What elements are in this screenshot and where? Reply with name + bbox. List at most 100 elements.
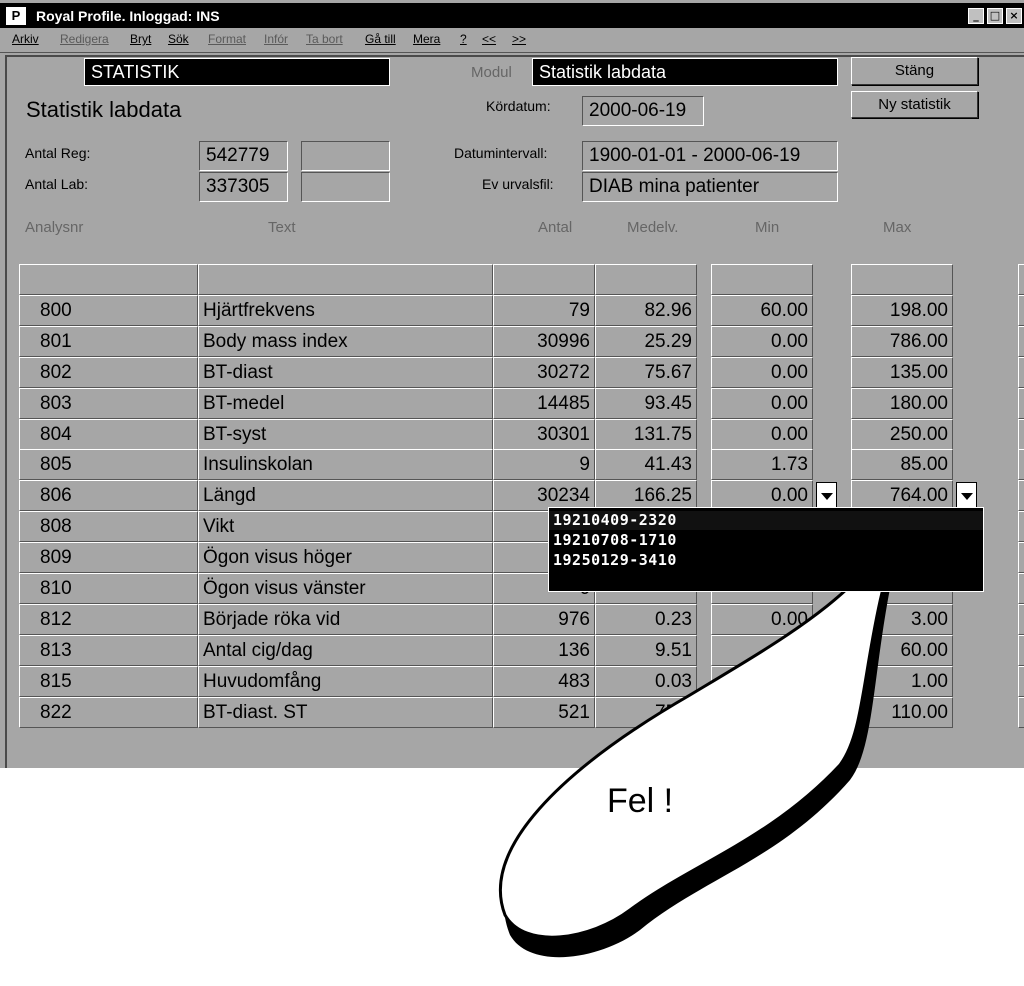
cell-medelv[interactable]: 75.67 [595, 356, 697, 388]
cell-text[interactable]: Huvudomfång [198, 665, 493, 697]
minimize-icon[interactable]: _ [968, 8, 984, 24]
cell-max[interactable]: 1.00 [851, 665, 953, 697]
new-statistics-button[interactable]: Ny statistik [851, 91, 978, 118]
cell-medelv[interactable] [595, 264, 697, 295]
menu-item[interactable]: Redigera [60, 32, 109, 46]
cell-min[interactable]: 60.00 [711, 294, 813, 326]
menu-item[interactable]: Gå till [365, 32, 396, 46]
close-form-button[interactable]: Stäng [851, 57, 978, 85]
close-icon[interactable]: × [1006, 8, 1022, 24]
date-interval-field[interactable]: 1900-01-01 - 2000-06-19 [582, 141, 838, 171]
cell-medelv[interactable]: 9.51 [595, 634, 697, 666]
cell-antal[interactable]: 483 [493, 665, 595, 697]
cell-min[interactable]: 0.00 [711, 356, 813, 388]
cell-text[interactable]: BT-medel [198, 387, 493, 419]
cell-max[interactable]: 135.00 [851, 356, 953, 388]
min-dropdown-icon[interactable] [816, 482, 837, 510]
cell-analysnr[interactable]: 809 [19, 542, 198, 574]
cell-medelv[interactable]: 93.45 [595, 387, 697, 419]
cell-text[interactable]: Body mass index [198, 325, 493, 357]
cell-min[interactable]: 0.00 [711, 418, 813, 450]
cell-max[interactable]: 786.00 [851, 325, 953, 357]
cell-medelv[interactable]: 25.29 [595, 325, 697, 357]
menu-item[interactable]: Bryt [130, 32, 151, 46]
cell-text[interactable]: Insulinskolan [198, 449, 493, 481]
cell-analysnr[interactable]: 805 [19, 449, 198, 481]
cell-analysnr[interactable]: 808 [19, 511, 198, 543]
cell-min[interactable]: 0.00 [711, 325, 813, 357]
cell-min[interactable]: 0 [711, 634, 813, 666]
cell-text[interactable] [198, 264, 493, 295]
cell-medelv[interactable]: 0.03 [595, 665, 697, 697]
cell-text[interactable]: BT-diast. ST [198, 696, 493, 728]
cell-analysnr[interactable]: 800 [19, 294, 198, 326]
cell-max[interactable]: 85.00 [851, 449, 953, 481]
dropdown-option[interactable]: 19210708-1710 [553, 531, 677, 549]
cell-medelv[interactable]: 0.23 [595, 603, 697, 635]
cell-analysnr[interactable]: 802 [19, 356, 198, 388]
cell-analysnr[interactable] [19, 264, 198, 295]
cell-text[interactable]: Ögon visus höger [198, 542, 493, 574]
menu-item[interactable]: Sök [168, 32, 189, 46]
menu-item[interactable]: >> [512, 32, 526, 46]
cell-analysnr[interactable]: 803 [19, 387, 198, 419]
cell-max[interactable]: 3.00 [851, 603, 953, 635]
cell-max[interactable]: 180.00 [851, 387, 953, 419]
cell-antal[interactable]: 976 [493, 603, 595, 635]
menu-item[interactable]: Arkiv [12, 32, 39, 46]
cell-text[interactable]: BT-diast [198, 356, 493, 388]
cell-analysnr[interactable]: 812 [19, 603, 198, 635]
cell-analysnr[interactable]: 813 [19, 634, 198, 666]
cell-antal[interactable]: 14485 [493, 387, 595, 419]
maximize-icon[interactable]: □ [987, 8, 1003, 24]
menu-item[interactable]: << [482, 32, 496, 46]
antal-lab-field[interactable]: 337305 [199, 172, 288, 202]
cell-antal[interactable]: 30996 [493, 325, 595, 357]
cell-antal[interactable]: 30272 [493, 356, 595, 388]
menu-item[interactable]: Infór [264, 32, 288, 46]
dropdown-list[interactable]: 19210409-2320 19210708-1710 19250129-3410 [548, 507, 984, 592]
cell-antal[interactable]: 79 [493, 294, 595, 326]
cell-medelv[interactable]: 131.75 [595, 418, 697, 450]
cell-analysnr[interactable]: 822 [19, 696, 198, 728]
menu-item[interactable]: ? [460, 32, 467, 46]
antal-reg-extra-field[interactable] [301, 141, 390, 171]
cell-text[interactable]: BT-syst [198, 418, 493, 450]
cell-text[interactable]: Vikt [198, 511, 493, 543]
cell-antal[interactable]: 9 [493, 449, 595, 481]
cell-analysnr[interactable]: 810 [19, 573, 198, 604]
cell-analysnr[interactable]: 801 [19, 325, 198, 357]
cell-antal[interactable]: 136 [493, 634, 595, 666]
menu-item[interactable]: Ta bort [306, 32, 343, 46]
cell-max[interactable]: 60.00 [851, 634, 953, 666]
cell-text[interactable]: Längd [198, 480, 493, 512]
cell-min[interactable]: 1.73 [711, 449, 813, 481]
cell-analysnr[interactable]: 806 [19, 480, 198, 512]
cell-min[interactable] [711, 696, 813, 728]
antal-reg-field[interactable]: 542779 [199, 141, 288, 171]
cell-min[interactable]: 0.00 [711, 387, 813, 419]
dropdown-option[interactable]: 19250129-3410 [553, 551, 677, 569]
cell-text[interactable]: Ögon visus vänster [198, 573, 493, 604]
selection-file-field[interactable]: DIAB mina patienter [582, 172, 838, 202]
max-dropdown-icon[interactable] [956, 482, 977, 510]
cell-min[interactable] [711, 264, 813, 295]
menu-item[interactable]: Mera [413, 32, 440, 46]
cell-max[interactable]: 250.00 [851, 418, 953, 450]
cell-antal[interactable]: 30301 [493, 418, 595, 450]
cell-antal[interactable]: 521 [493, 696, 595, 728]
antal-lab-extra-field[interactable] [301, 172, 390, 202]
menu-item[interactable]: Format [208, 32, 246, 46]
cell-antal[interactable] [493, 264, 595, 295]
dropdown-option[interactable]: 19210409-2320 [553, 511, 677, 529]
cell-medelv[interactable]: 41.43 [595, 449, 697, 481]
cell-medelv[interactable]: 75.5 [595, 696, 697, 728]
cell-min[interactable]: 0.00 [711, 603, 813, 635]
cell-text[interactable]: Började röka vid [198, 603, 493, 635]
cell-text[interactable]: Antal cig/dag [198, 634, 493, 666]
cell-medelv[interactable]: 82.96 [595, 294, 697, 326]
cell-min[interactable] [711, 665, 813, 697]
cell-analysnr[interactable]: 815 [19, 665, 198, 697]
cell-max[interactable] [851, 264, 953, 295]
cell-max[interactable]: 110.00 [851, 696, 953, 728]
